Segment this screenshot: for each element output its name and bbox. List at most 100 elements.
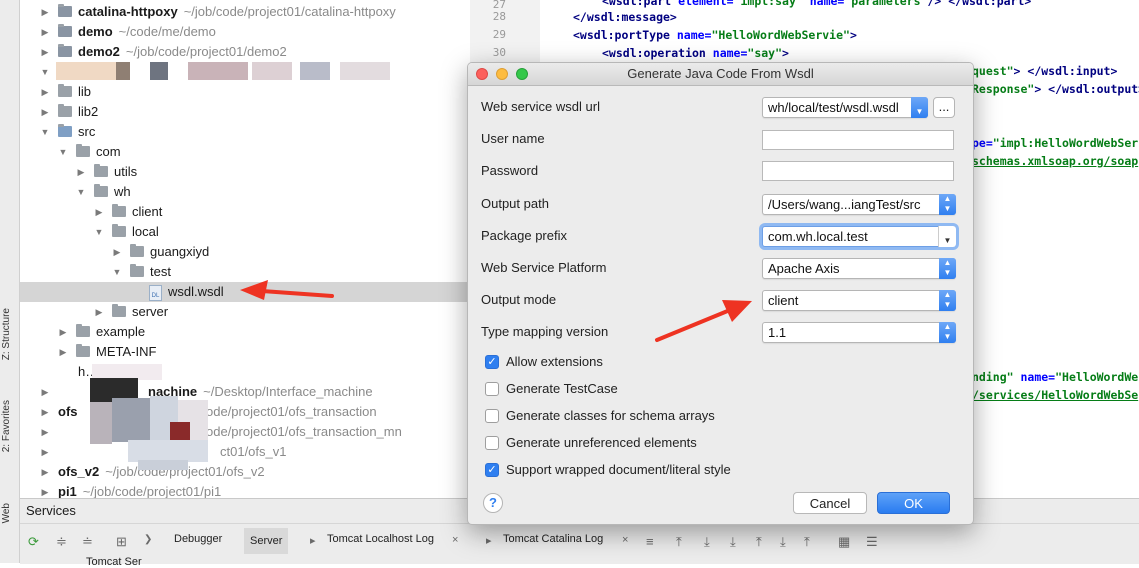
download-icon[interactable]: ⤓ — [704, 534, 710, 550]
tab-tomcat-catalina-log[interactable]: Tomcat Catalina Log — [503, 533, 603, 545]
expand-arrow-icon[interactable]: ▶ — [40, 22, 50, 42]
package-prefix-combo[interactable]: com.wh.local.test ▼ — [762, 226, 956, 247]
tomcat-server-item[interactable]: Tomcat Ser — [86, 556, 142, 568]
output-mode-combo[interactable]: client ▲ ▼ — [762, 290, 956, 311]
tree-row-ofs-transaction[interactable]: ▶ ofs ode/project01/ofs_transaction — [20, 402, 470, 422]
output-path-combo[interactable]: /Users/wang...iangTest/src ▲ ▼ — [762, 194, 956, 215]
close-icon[interactable]: × — [452, 534, 458, 546]
expand-arrow-icon[interactable]: ▶ — [40, 102, 50, 122]
web-tab[interactable]: Web — [1, 503, 12, 523]
expand-arrow-icon[interactable]: ▶ — [40, 482, 50, 498]
cancel-button[interactable]: Cancel — [793, 492, 867, 514]
platform-combo[interactable]: Apache Axis ▲ ▼ — [762, 258, 956, 279]
chevron-down-icon[interactable]: ▼ — [911, 97, 928, 118]
collapse-arrow-icon[interactable]: ▼ — [94, 222, 104, 242]
tree-row-local[interactable]: ▼ local — [20, 222, 470, 242]
expand-arrow-icon[interactable]: ▶ — [58, 322, 68, 342]
tree-row-src[interactable]: ▼ src — [20, 122, 470, 142]
expand-arrow-icon[interactable]: ▶ — [58, 342, 68, 362]
tree-row-wsdl[interactable]: DL wsdl.wsdl — [20, 282, 470, 302]
list-icon[interactable]: ☰ — [866, 534, 878, 550]
updown-arrows-icon[interactable]: ▲ ▼ — [939, 194, 956, 215]
expand-arrow-icon[interactable]: ▶ — [40, 42, 50, 62]
tree-row-wh[interactable]: ▼ wh — [20, 182, 470, 202]
tree-row-client[interactable]: ▶ client — [20, 202, 470, 222]
tab-tomcat-localhost-log[interactable]: Tomcat Localhost Log — [327, 533, 434, 545]
tree-row-test[interactable]: ▼ test — [20, 262, 470, 282]
tree-row-lib[interactable]: ▶ lib — [20, 82, 470, 102]
tree-row-demo[interactable]: ▶ demo ~/code/me/demo — [20, 22, 470, 42]
expand-all-icon[interactable]: ≑ — [56, 534, 67, 550]
tree-row-ofs-v2[interactable]: ▶ ofs_v2 ~/job/code/project01/ofs_v2 — [20, 462, 470, 482]
tab-server[interactable]: Server — [244, 528, 289, 554]
expand-arrow-icon[interactable]: ▶ — [40, 82, 50, 102]
help-button[interactable]: ? — [483, 493, 503, 513]
wrapped-literal-checkbox[interactable]: ✓ — [485, 463, 499, 477]
collapse-arrow-icon[interactable]: ▼ — [58, 142, 68, 162]
tree-row-catalina[interactable]: ▶ catalina-httpoxy ~/job/code/project01/c… — [20, 2, 470, 22]
tree-row-guangxiyd[interactable]: ▶ guangxiyd — [20, 242, 470, 262]
schema-arrays-checkbox[interactable] — [485, 409, 499, 423]
expand-arrow-icon[interactable]: ▶ — [112, 242, 122, 262]
tree-row-blurred[interactable]: ▼ — [20, 62, 470, 82]
collapse-arrow-icon[interactable]: ▼ — [112, 262, 122, 282]
code-token: /services/HelloWordWebSe — [972, 388, 1139, 402]
more-icon[interactable]: ❯ — [144, 534, 152, 545]
collapse-arrow-icon[interactable]: ▼ — [40, 122, 50, 142]
tree-row-demo2[interactable]: ▶ demo2 ~/job/code/project01/demo2 — [20, 42, 470, 62]
expand-arrow-icon[interactable]: ▶ — [40, 442, 50, 462]
tree-row-server[interactable]: ▶ server — [20, 302, 470, 322]
grid-icon[interactable]: ▦ — [838, 534, 850, 550]
tree-row-interface-machine[interactable]: ▶ nachine ~/Desktop/Interface_machine — [20, 382, 470, 402]
collapse-all-icon[interactable]: ≐ — [82, 534, 93, 550]
expand-arrow-icon[interactable]: ▶ — [40, 2, 50, 22]
group-icon[interactable]: ⊞ — [116, 534, 127, 550]
schema-arrays-label: Generate classes for schema arrays — [506, 408, 715, 423]
generate-testcase-checkbox[interactable] — [485, 382, 499, 396]
tree-row-ofs-v1[interactable]: ▶ ct01/ofs_v1 — [20, 442, 470, 462]
wsdl-url-combo[interactable]: wh/local/test/wsdl.wsdl ▼ — [762, 97, 928, 118]
tree-row-utils[interactable]: ▶ utils — [20, 162, 470, 182]
rerun-icon[interactable]: ⟳ — [28, 534, 39, 550]
output-mode-value: client — [768, 293, 799, 308]
collapse-arrow-icon[interactable]: ▼ — [40, 62, 50, 82]
export-icon[interactable]: ⤒ — [804, 534, 810, 550]
unreferenced-elements-checkbox[interactable] — [485, 436, 499, 450]
browse-button[interactable]: ... — [933, 97, 955, 118]
favorites-tab[interactable]: 2: Favorites — [1, 400, 12, 452]
user-name-field[interactable] — [762, 130, 954, 150]
upload-icon[interactable]: ⤒ — [756, 534, 762, 550]
tree-row-ofs-transaction-mn[interactable]: ▶ ode/project01/ofs_transaction_mn — [20, 422, 470, 442]
tree-row-iml[interactable]: h…gTest.iml — [20, 362, 470, 382]
password-field[interactable] — [762, 161, 954, 181]
type-mapping-combo[interactable]: 1.1 ▲ ▼ — [762, 322, 956, 343]
tree-row-meta-inf[interactable]: ▶ META-INF — [20, 342, 470, 362]
tree-row-lib2[interactable]: ▶ lib2 — [20, 102, 470, 122]
allow-extensions-checkbox[interactable]: ✓ — [485, 355, 499, 369]
tree-row-com[interactable]: ▼ com — [20, 142, 470, 162]
updown-arrows-icon[interactable]: ▲ ▼ — [939, 258, 956, 279]
updown-arrows-icon[interactable]: ▲ ▼ — [939, 290, 956, 311]
close-icon[interactable]: × — [622, 534, 628, 546]
scroll-up-icon[interactable]: ⤒ — [676, 534, 682, 550]
expand-arrow-icon[interactable]: ▶ — [94, 202, 104, 222]
code-token: schemas.xmlsoap.org/soap — [972, 154, 1139, 168]
tree-row-example[interactable]: ▶ example — [20, 322, 470, 342]
collapse-arrow-icon[interactable]: ▼ — [76, 182, 86, 202]
ok-button[interactable]: OK — [877, 492, 950, 514]
download-alt-icon[interactable]: ⤓ — [730, 534, 736, 550]
chevron-down-icon[interactable]: ▼ — [938, 226, 956, 247]
expand-arrow-icon[interactable]: ▶ — [40, 382, 50, 402]
expand-arrow-icon[interactable]: ▶ — [40, 462, 50, 482]
tab-debugger[interactable]: Debugger — [174, 533, 222, 545]
tree-row-pi1[interactable]: ▶ pi1 ~/job/code/project01/pi1 — [20, 482, 470, 498]
expand-arrow-icon[interactable]: ▶ — [94, 302, 104, 322]
expand-arrow-icon[interactable]: ▶ — [76, 162, 86, 182]
structure-tab[interactable]: Z: Structure — [1, 308, 12, 360]
scroll-end-icon[interactable]: ⤓ — [780, 534, 786, 550]
expand-arrow-icon[interactable]: ▶ — [40, 402, 50, 422]
menu-icon[interactable]: ≡ — [646, 534, 654, 549]
updown-arrows-icon[interactable]: ▲ ▼ — [939, 322, 956, 343]
expand-arrow-icon[interactable]: ▶ — [40, 422, 50, 442]
package-icon — [76, 324, 90, 337]
